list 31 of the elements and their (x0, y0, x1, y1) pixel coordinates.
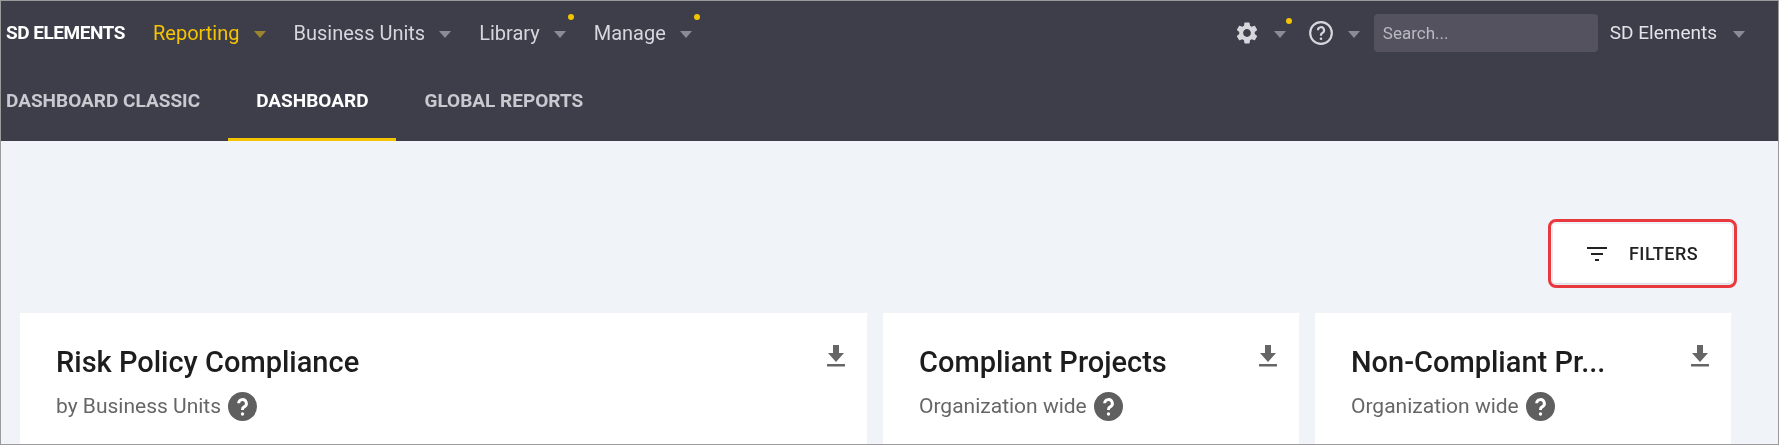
filter-icon (1586, 246, 1607, 261)
tab[interactable]: DASHBOARD (228, 65, 397, 141)
nav-menu-item[interactable]: Reporting (153, 18, 240, 48)
caret-icon[interactable] (1733, 30, 1745, 38)
caret-icon[interactable] (253, 30, 266, 38)
caret-icon[interactable] (1347, 30, 1360, 38)
download-icon[interactable] (1259, 345, 1277, 367)
card-subtitle: by Business Units (56, 392, 222, 420)
help-icon[interactable] (1093, 391, 1123, 421)
caret-icon[interactable] (1273, 30, 1286, 38)
card-subtitle: Organization wide (1351, 392, 1519, 420)
caret-icon[interactable] (679, 30, 692, 38)
caret-icon[interactable] (439, 30, 452, 38)
nav-menu-item[interactable]: Business Units (293, 18, 426, 48)
help-icon[interactable] (1525, 391, 1555, 421)
tab[interactable]: DASHBOARD CLASSIC (1, 65, 229, 141)
help-icon[interactable] (1307, 20, 1334, 46)
card-title: Risk Policy Compliance (56, 344, 360, 381)
caret-icon[interactable] (553, 30, 566, 38)
download-icon[interactable] (827, 345, 845, 367)
card-title: Non-Compliant Pr... (1351, 344, 1606, 381)
account-menu[interactable]: SD Elements (1609, 18, 1717, 48)
nav-menu-item[interactable]: Library (479, 18, 540, 48)
logo[interactable]: SD ELEMENTS (6, 18, 125, 48)
help-icon[interactable] (228, 391, 258, 421)
tab[interactable]: GLOBAL REPORTS (396, 65, 612, 141)
download-icon[interactable] (1691, 345, 1709, 367)
search-field[interactable]: Search... (1373, 14, 1598, 52)
card-title: Compliant Projects (919, 344, 1167, 381)
card-subtitle: Organization wide (919, 392, 1087, 420)
nav-menu-item[interactable]: Manage (593, 18, 666, 48)
